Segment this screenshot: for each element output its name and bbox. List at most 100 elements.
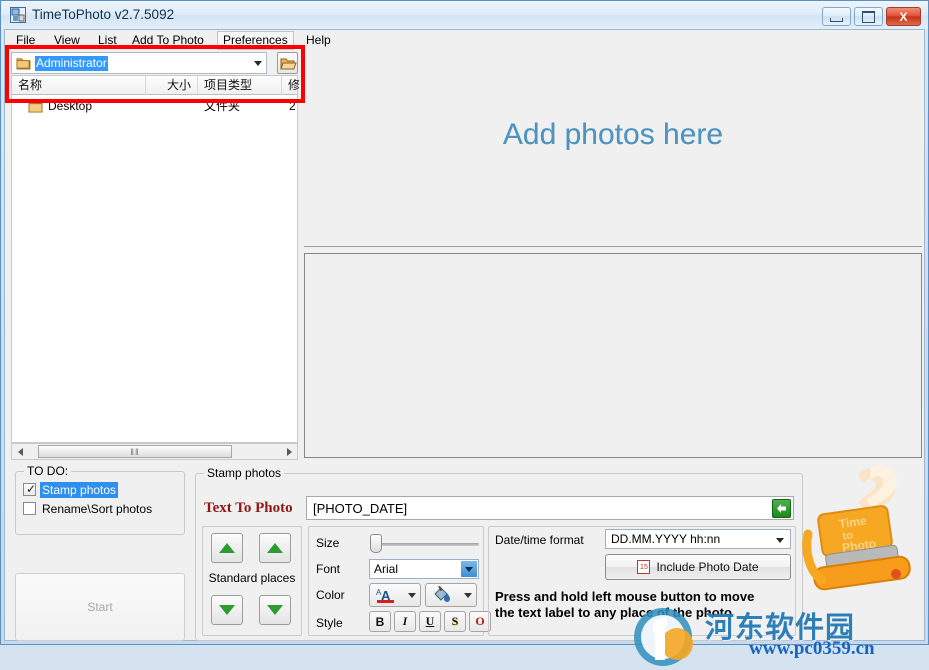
- outline-icon: O: [475, 614, 485, 628]
- check-icon: ✓: [26, 482, 37, 496]
- shadow-button[interactable]: S: [444, 611, 466, 632]
- path-value: Administrator: [35, 56, 108, 71]
- triangle-up-icon: [219, 543, 235, 553]
- place-top-right-button[interactable]: [259, 533, 291, 563]
- triangle-down-icon: [219, 605, 235, 615]
- size-slider-thumb[interactable]: [370, 534, 382, 553]
- underline-button[interactable]: U: [419, 611, 441, 632]
- file-modified: 2: [289, 99, 296, 113]
- bold-icon: B: [375, 614, 385, 629]
- chevron-down-icon[interactable]: [776, 538, 784, 543]
- table-row[interactable]: Desktop 文件夹 2: [12, 97, 297, 116]
- column-modified[interactable]: 修: [282, 76, 299, 95]
- file-name: Desktop: [48, 99, 93, 113]
- font-label: Font: [316, 562, 341, 576]
- calendar-icon: 15: [637, 560, 651, 574]
- file-type: 文件夹: [204, 99, 241, 113]
- chevron-down-icon[interactable]: [461, 561, 477, 577]
- menu-add-to-photo[interactable]: Add To Photo: [127, 32, 209, 48]
- font-color-button[interactable]: A A: [369, 583, 421, 607]
- insert-tag-button[interactable]: [772, 499, 791, 518]
- stamp-text-input[interactable]: [PHOTO_DATE]: [306, 496, 794, 520]
- start-button[interactable]: Start: [15, 573, 185, 641]
- scroll-right-button[interactable]: [281, 444, 297, 459]
- chevron-down-icon[interactable]: [254, 61, 262, 66]
- standard-places-label: Standard places: [208, 571, 296, 585]
- app-photo-icon: [10, 7, 26, 23]
- checkbox-stamp-photos[interactable]: ✓: [23, 483, 36, 496]
- column-type[interactable]: 项目类型: [198, 76, 282, 95]
- scroll-left-button[interactable]: [12, 444, 28, 459]
- column-name[interactable]: 名称: [12, 76, 146, 95]
- column-size[interactable]: 大小: [146, 76, 198, 95]
- title-bar: TimeToPhoto v2.7.5092 X: [1, 1, 928, 29]
- size-slider[interactable]: [371, 543, 479, 546]
- date-format-label: Date/time format: [495, 533, 584, 547]
- application-window: TimeToPhoto v2.7.5092 X File View List A…: [0, 0, 929, 666]
- checkbox-rename-sort-photos[interactable]: [23, 502, 36, 515]
- chevron-down-icon[interactable]: [408, 593, 416, 598]
- fill-color-button[interactable]: [425, 583, 477, 607]
- client-area: File View List Add To Photo Preferences …: [4, 29, 925, 666]
- timetophoto-stamp-logo: Time to Photo: [802, 465, 911, 591]
- color-label: Color: [316, 588, 345, 602]
- place-bottom-left-button[interactable]: [211, 595, 243, 625]
- menu-file[interactable]: File: [11, 32, 40, 48]
- bold-button[interactable]: B: [369, 611, 391, 632]
- stamp-group-title: Stamp photos: [204, 466, 285, 480]
- shadow-icon: S: [451, 614, 459, 628]
- place-bottom-right-button[interactable]: [259, 595, 291, 625]
- menu-view[interactable]: View: [49, 32, 85, 48]
- folder-icon: [28, 100, 43, 113]
- scrollbar-grip: ‖‖: [130, 446, 140, 457]
- todo-group: TO DO: ✓ Stamp photos Rename\Sort photos: [15, 464, 185, 535]
- browse-folder-button[interactable]: [277, 52, 298, 74]
- stamp-photos-group: Stamp photos Text To Photo [PHOTO_DATE] …: [195, 466, 803, 641]
- italic-button[interactable]: I: [394, 611, 416, 632]
- watermark-site-url: www.pc0359.cn: [749, 638, 875, 659]
- fill-bucket-icon: [434, 586, 450, 602]
- include-photo-date-label: Include Photo Date: [656, 560, 759, 574]
- close-icon: X: [899, 9, 908, 24]
- triangle-down-icon: [267, 605, 283, 615]
- menu-list[interactable]: List: [93, 32, 122, 48]
- drag-hint-line2: the text label to any place of the photo: [495, 605, 732, 620]
- font-value: Arial: [374, 562, 399, 576]
- date-format-select[interactable]: DD.MM.YYYY hh:nn: [605, 529, 791, 549]
- photo-thumbnail-panel[interactable]: [304, 253, 922, 458]
- start-button-label: Start: [87, 600, 113, 614]
- scrollbar-thumb[interactable]: ‖‖: [38, 445, 232, 458]
- include-photo-date-button[interactable]: 15 Include Photo Date: [605, 554, 791, 580]
- chevron-down-icon[interactable]: [464, 593, 472, 598]
- minimize-button[interactable]: [822, 7, 851, 26]
- path-combo-box[interactable]: Administrator: [11, 52, 267, 74]
- file-list-header: 名称 大小 项目类型 修: [11, 75, 299, 95]
- horizontal-scrollbar[interactable]: ‖‖: [11, 443, 298, 460]
- stamp-text-value: [PHOTO_DATE]: [313, 501, 408, 516]
- maximize-button[interactable]: [854, 7, 883, 26]
- menu-help[interactable]: Help: [301, 32, 336, 48]
- triangle-right-icon: [286, 447, 292, 456]
- underline-icon: U: [425, 614, 435, 628]
- font-select[interactable]: Arial: [369, 559, 479, 579]
- standard-places-box: Standard places: [202, 526, 302, 636]
- file-list[interactable]: Desktop 文件夹 2: [11, 95, 298, 443]
- drag-hint-line1: Press and hold left mouse button to move: [495, 589, 755, 604]
- window-title: TimeToPhoto v2.7.5092: [32, 7, 175, 22]
- italic-icon: I: [402, 614, 408, 628]
- close-button[interactable]: X: [886, 7, 921, 26]
- svg-text:Photo: Photo: [841, 536, 877, 555]
- photo-drop-area[interactable]: Add photos here: [304, 52, 922, 247]
- svg-text:Time: Time: [838, 513, 868, 531]
- drag-hint-text: Press and hold left mouse button to move…: [495, 589, 795, 621]
- maximize-icon: [855, 8, 882, 25]
- place-top-left-button[interactable]: [211, 533, 243, 563]
- file-browser: Administrator 名称 大小 项目类型 修 Desktop 文件夹 2…: [11, 52, 299, 460]
- triangle-left-icon: [17, 447, 23, 456]
- text-to-photo-label: Text To Photo: [204, 500, 293, 516]
- drop-hint-text: Add photos here: [304, 118, 922, 152]
- style-label: Style: [316, 616, 343, 630]
- menu-preferences[interactable]: Preferences: [217, 31, 294, 50]
- svg-text:to: to: [842, 529, 854, 542]
- date-format-box: Date/time format DD.MM.YYYY hh:nn 15 Inc…: [488, 526, 796, 636]
